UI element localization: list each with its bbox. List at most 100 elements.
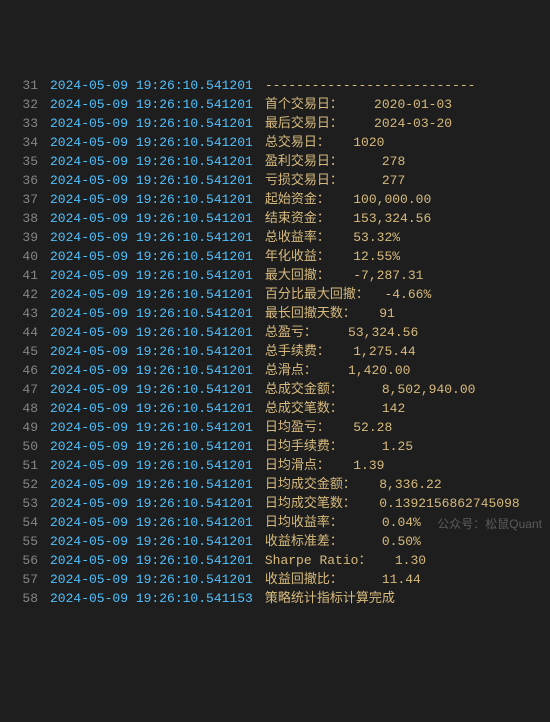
- timestamp: 2024-05-09 19:26:10.541153: [50, 589, 265, 608]
- timestamp: 2024-05-09 19:26:10.541201: [50, 228, 265, 247]
- log-line: 392024-05-09 19:26:10.541201总收益率： 53.32%: [0, 228, 550, 247]
- log-message: 总成交笔数： 142: [265, 399, 405, 418]
- log-message: 盈利交易日： 278: [265, 152, 405, 171]
- timestamp: 2024-05-09 19:26:10.541201: [50, 532, 265, 551]
- timestamp: 2024-05-09 19:26:10.541201: [50, 456, 265, 475]
- log-line: 552024-05-09 19:26:10.541201收益标准差： 0.50%: [0, 532, 550, 551]
- log-message: 总手续费： 1,275.44: [265, 342, 416, 361]
- log-line: 562024-05-09 19:26:10.541201Sharpe Ratio…: [0, 551, 550, 570]
- timestamp: 2024-05-09 19:26:10.541201: [50, 418, 265, 437]
- line-number: 54: [0, 513, 50, 532]
- line-number: 41: [0, 266, 50, 285]
- log-line: 522024-05-09 19:26:10.541201日均成交金额： 8,33…: [0, 475, 550, 494]
- line-number: 40: [0, 247, 50, 266]
- line-number: 32: [0, 95, 50, 114]
- log-line: 492024-05-09 19:26:10.541201日均盈亏： 52.28: [0, 418, 550, 437]
- line-number: 57: [0, 570, 50, 589]
- log-line: 342024-05-09 19:26:10.541201总交易日： 1020: [0, 133, 550, 152]
- line-number: 56: [0, 551, 50, 570]
- timestamp: 2024-05-09 19:26:10.541201: [50, 76, 265, 95]
- log-line: 462024-05-09 19:26:10.541201总滑点： 1,420.0…: [0, 361, 550, 380]
- log-message: 策略统计指标计算完成: [265, 589, 395, 608]
- log-line: 402024-05-09 19:26:10.541201年化收益： 12.55%: [0, 247, 550, 266]
- log-message: 日均滑点： 1.39: [265, 456, 385, 475]
- log-message: 最后交易日： 2024-03-20: [265, 114, 452, 133]
- timestamp: 2024-05-09 19:26:10.541201: [50, 133, 265, 152]
- log-message: 总滑点： 1,420.00: [265, 361, 411, 380]
- line-number: 31: [0, 76, 50, 95]
- timestamp: 2024-05-09 19:26:10.541201: [50, 437, 265, 456]
- log-message: 百分比最大回撤： -4.66%: [265, 285, 431, 304]
- log-message: 最大回撤： -7,287.31: [265, 266, 424, 285]
- log-message: 日均成交金额： 8,336.22: [265, 475, 442, 494]
- log-message: 亏损交易日： 277: [265, 171, 405, 190]
- line-number: 46: [0, 361, 50, 380]
- log-message: 结束资金： 153,324.56: [265, 209, 431, 228]
- timestamp: 2024-05-09 19:26:10.541201: [50, 266, 265, 285]
- log-message: 年化收益： 12.55%: [265, 247, 400, 266]
- timestamp: 2024-05-09 19:26:10.541201: [50, 494, 265, 513]
- log-message: 起始资金： 100,000.00: [265, 190, 431, 209]
- line-number: 44: [0, 323, 50, 342]
- timestamp: 2024-05-09 19:26:10.541201: [50, 513, 265, 532]
- timestamp: 2024-05-09 19:26:10.541201: [50, 114, 265, 133]
- line-number: 50: [0, 437, 50, 456]
- log-message: Sharpe Ratio： 1.30: [265, 551, 426, 570]
- line-number: 45: [0, 342, 50, 361]
- log-line: 472024-05-09 19:26:10.541201总成交金额： 8,502…: [0, 380, 550, 399]
- timestamp: 2024-05-09 19:26:10.541201: [50, 171, 265, 190]
- log-line: 512024-05-09 19:26:10.541201日均滑点： 1.39: [0, 456, 550, 475]
- line-number: 53: [0, 494, 50, 513]
- log-line: 482024-05-09 19:26:10.541201总成交笔数： 142: [0, 399, 550, 418]
- timestamp: 2024-05-09 19:26:10.541201: [50, 399, 265, 418]
- line-number: 43: [0, 304, 50, 323]
- log-line: 382024-05-09 19:26:10.541201结束资金： 153,32…: [0, 209, 550, 228]
- log-line: 412024-05-09 19:26:10.541201最大回撤： -7,287…: [0, 266, 550, 285]
- timestamp: 2024-05-09 19:26:10.541201: [50, 570, 265, 589]
- timestamp: 2024-05-09 19:26:10.541201: [50, 247, 265, 266]
- log-message: 日均手续费： 1.25: [265, 437, 413, 456]
- log-message: 日均盈亏： 52.28: [265, 418, 392, 437]
- log-message: 收益标准差： 0.50%: [265, 532, 421, 551]
- log-line: 582024-05-09 19:26:10.541153策略统计指标计算完成: [0, 589, 550, 608]
- line-number: 42: [0, 285, 50, 304]
- log-line: 312024-05-09 19:26:10.541201------------…: [0, 76, 550, 95]
- log-line: 352024-05-09 19:26:10.541201盈利交易日： 278: [0, 152, 550, 171]
- timestamp: 2024-05-09 19:26:10.541201: [50, 323, 265, 342]
- timestamp: 2024-05-09 19:26:10.541201: [50, 209, 265, 228]
- line-number: 47: [0, 380, 50, 399]
- line-number: 38: [0, 209, 50, 228]
- line-number: 51: [0, 456, 50, 475]
- log-line: 442024-05-09 19:26:10.541201总盈亏： 53,324.…: [0, 323, 550, 342]
- watermark-text: 公众号：松鼠Quant: [437, 515, 542, 534]
- log-message: 总收益率： 53.32%: [265, 228, 400, 247]
- log-message: 总盈亏： 53,324.56: [265, 323, 418, 342]
- log-line: 322024-05-09 19:26:10.541201首个交易日： 2020-…: [0, 95, 550, 114]
- line-number: 36: [0, 171, 50, 190]
- timestamp: 2024-05-09 19:26:10.541201: [50, 551, 265, 570]
- timestamp: 2024-05-09 19:26:10.541201: [50, 95, 265, 114]
- log-line: 502024-05-09 19:26:10.541201日均手续费： 1.25: [0, 437, 550, 456]
- log-line: 452024-05-09 19:26:10.541201总手续费： 1,275.…: [0, 342, 550, 361]
- line-number: 37: [0, 190, 50, 209]
- log-line: 422024-05-09 19:26:10.541201百分比最大回撤： -4.…: [0, 285, 550, 304]
- line-number: 58: [0, 589, 50, 608]
- log-line: 432024-05-09 19:26:10.541201最长回撤天数： 91: [0, 304, 550, 323]
- line-number: 34: [0, 133, 50, 152]
- line-number: 52: [0, 475, 50, 494]
- log-line: 372024-05-09 19:26:10.541201起始资金： 100,00…: [0, 190, 550, 209]
- line-number: 49: [0, 418, 50, 437]
- line-number: 48: [0, 399, 50, 418]
- log-message: 首个交易日： 2020-01-03: [265, 95, 452, 114]
- log-message: 日均成交笔数： 0.1392156862745098: [265, 494, 520, 513]
- log-message: 收益回撤比： 11.44: [265, 570, 421, 589]
- log-line: 362024-05-09 19:26:10.541201亏损交易日： 277: [0, 171, 550, 190]
- log-message: ---------------------------: [265, 76, 476, 95]
- log-line: 572024-05-09 19:26:10.541201收益回撤比： 11.44: [0, 570, 550, 589]
- timestamp: 2024-05-09 19:26:10.541201: [50, 304, 265, 323]
- line-number: 55: [0, 532, 50, 551]
- timestamp: 2024-05-09 19:26:10.541201: [50, 380, 265, 399]
- timestamp: 2024-05-09 19:26:10.541201: [50, 475, 265, 494]
- timestamp: 2024-05-09 19:26:10.541201: [50, 285, 265, 304]
- log-message: 最长回撤天数： 91: [265, 304, 395, 323]
